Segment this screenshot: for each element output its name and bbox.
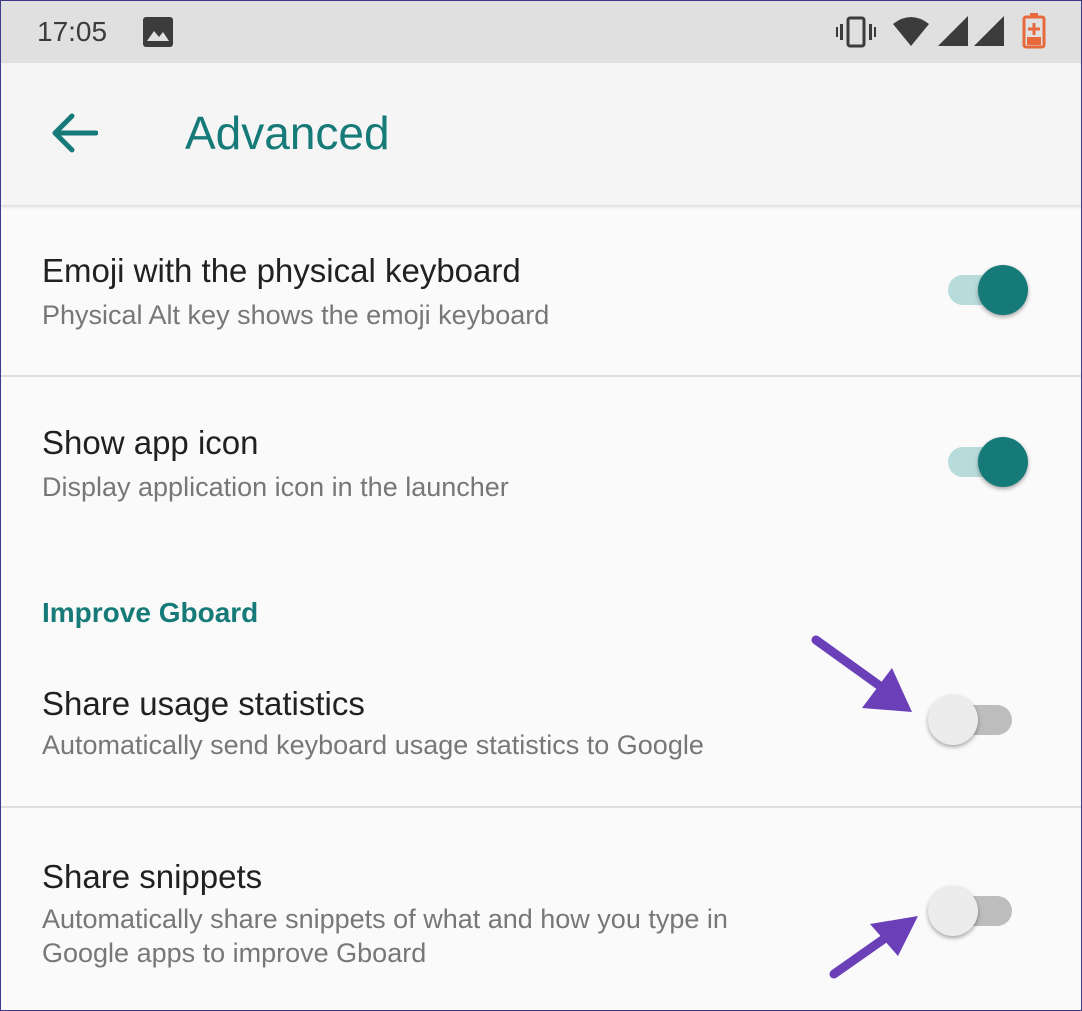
setting-summary: Automatically send keyboard usage statis… (42, 730, 704, 760)
annotation-arrow-icon (829, 916, 918, 979)
battery-charging-icon (1022, 13, 1046, 54)
toggle-thumb (928, 886, 978, 936)
setting-summary-line: Automatically share snippets of what and… (42, 904, 728, 934)
toggle-thumb (928, 695, 978, 745)
setting-summary-line: Google apps to improve Gboard (42, 938, 427, 968)
setting-summary: Physical Alt key shows the emoji keyboar… (42, 300, 550, 330)
emoji-physical-keyboard-toggle[interactable] (944, 263, 1034, 319)
signal-icon (974, 16, 1004, 51)
signal-icon (938, 16, 968, 51)
setting-title: Show app icon (42, 424, 259, 461)
section-header-improve-gboard: Improve Gboard (42, 597, 259, 628)
image-icon (143, 17, 173, 52)
status-time: 17:05 (37, 16, 108, 47)
page-title: Advanced (185, 107, 390, 159)
setting-title: Emoji with the physical keyboard (42, 252, 521, 289)
toggle-thumb (978, 437, 1028, 487)
show-app-icon-toggle[interactable] (944, 435, 1034, 491)
setting-summary: Display application icon in the launcher (42, 472, 509, 502)
annotation-arrow-icon (811, 635, 912, 712)
status-bar: 17:05 (0, 0, 1082, 63)
setting-title: Share snippets (42, 858, 263, 895)
wifi-icon (893, 16, 929, 51)
share-snippets-toggle[interactable] (928, 884, 1018, 940)
share-usage-statistics-toggle[interactable] (928, 693, 1018, 749)
vibrate-icon (836, 16, 876, 53)
setting-emoji-physical-keyboard[interactable]: Emoji with the physical keyboard Physica… (0, 205, 1082, 375)
toggle-thumb (978, 265, 1028, 315)
back-arrow-icon[interactable] (50, 112, 99, 159)
setting-title: Share usage statistics (42, 685, 365, 722)
setting-show-app-icon[interactable]: Show app icon Display application icon i… (0, 377, 1082, 547)
app-bar: Advanced (0, 63, 1082, 205)
